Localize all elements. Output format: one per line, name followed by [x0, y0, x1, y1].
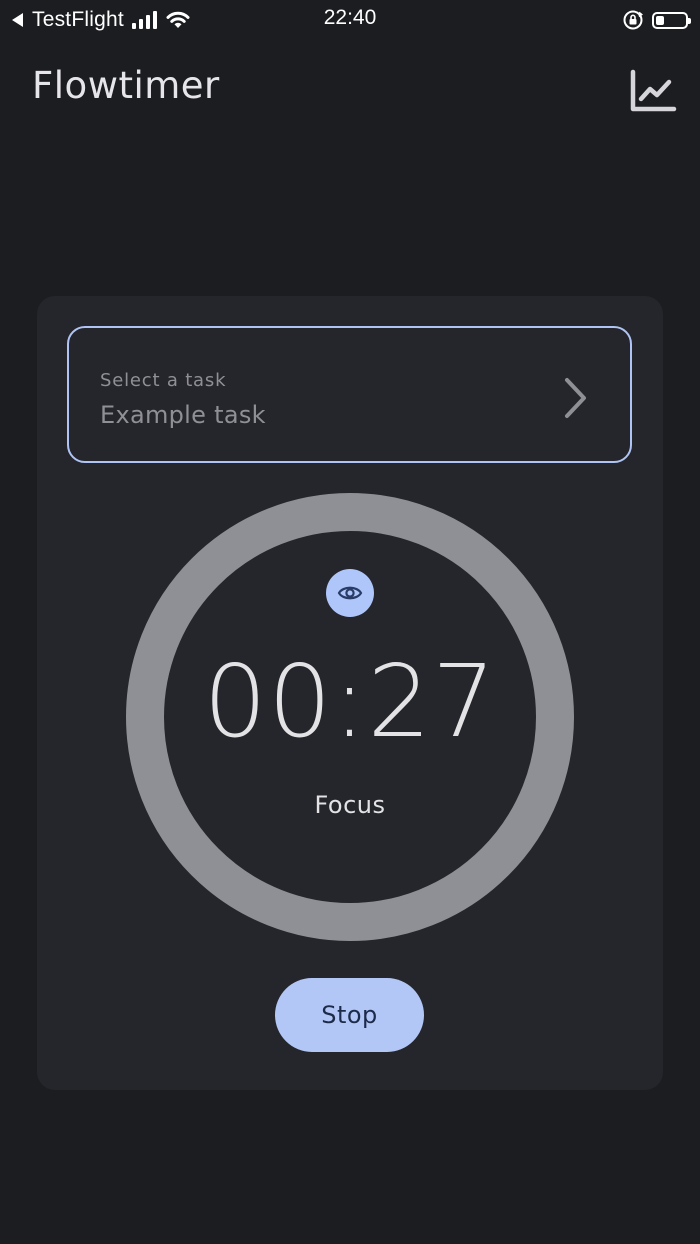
- visibility-toggle-button[interactable]: [326, 569, 374, 617]
- statistics-button[interactable]: [628, 68, 678, 114]
- timer-card: Select a task Example task 00:27 Focus S…: [37, 296, 663, 1090]
- stop-button[interactable]: Stop: [275, 978, 424, 1052]
- app-title: Flowtimer: [32, 64, 220, 107]
- chevron-right-icon: [565, 378, 586, 418]
- timer-display: 00:27: [203, 643, 497, 760]
- clock: 22:40: [323, 6, 377, 29]
- trending-chart-icon: [630, 69, 677, 112]
- eye-icon: [337, 586, 363, 600]
- rotation-lock-icon: [623, 10, 643, 30]
- task-selector-label: Select a task: [100, 370, 227, 391]
- timer-mode-label: Focus: [314, 791, 386, 819]
- task-selector[interactable]: Select a task Example task: [67, 326, 632, 463]
- battery-icon: [652, 11, 691, 29]
- status-bar: TestFlight 22:40: [0, 0, 700, 40]
- task-selector-value: Example task: [100, 401, 266, 429]
